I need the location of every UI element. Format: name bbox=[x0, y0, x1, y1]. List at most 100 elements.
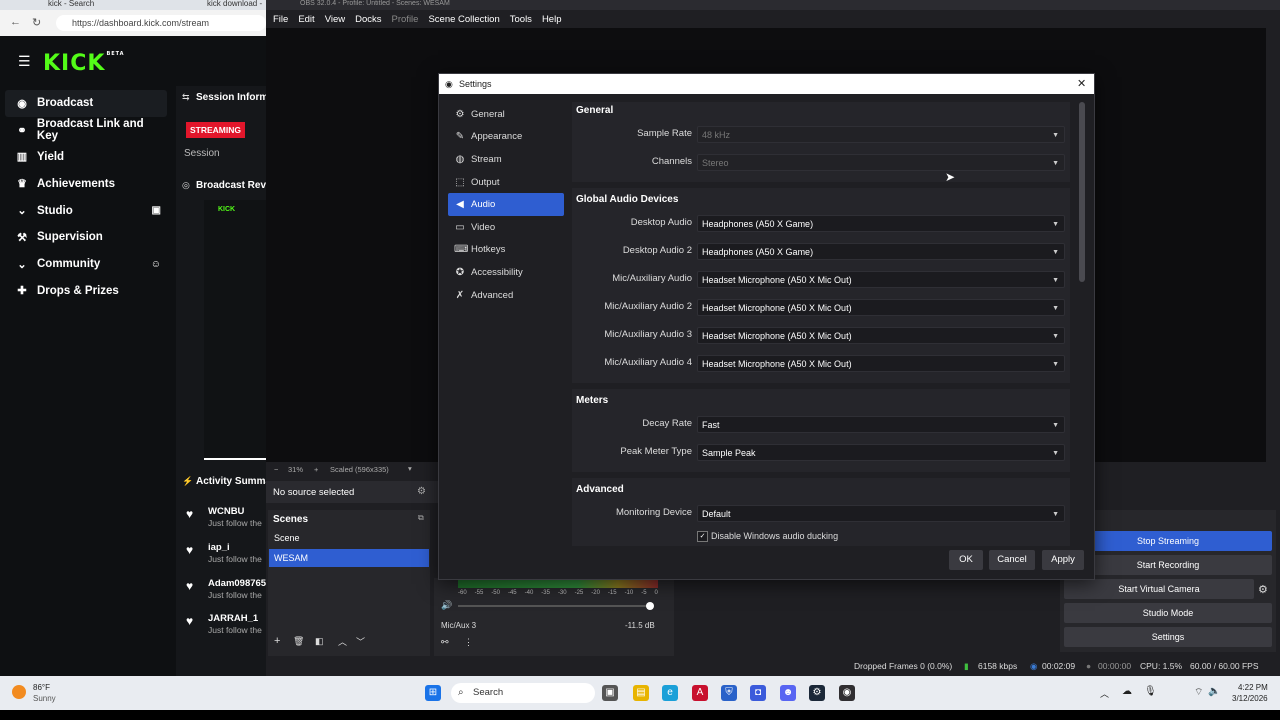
menu-help[interactable]: Help bbox=[542, 14, 562, 25]
channels-select[interactable]: Stereo ▼ bbox=[697, 154, 1065, 171]
clock-time[interactable]: 4:22 PM bbox=[1238, 683, 1268, 692]
tray-chevron-icon[interactable]: ︿ bbox=[1100, 687, 1109, 700]
reload-icon[interactable]: ↻ bbox=[32, 16, 41, 29]
sample-rate-select[interactable]: 48 kHz ▼ bbox=[697, 126, 1065, 143]
settings-nav-stream[interactable]: ◍ Stream bbox=[448, 148, 564, 171]
volume-icon[interactable]: 🔈 bbox=[1208, 686, 1220, 697]
settings-nav-accessibility[interactable]: ✪ Accessibility bbox=[448, 261, 564, 284]
start-recording-button[interactable]: Start Recording bbox=[1064, 555, 1272, 575]
back-icon[interactable]: ← bbox=[10, 16, 21, 28]
taskbar-search[interactable]: ⌕ Search bbox=[451, 683, 595, 703]
obs-icon[interactable]: ◉ bbox=[839, 685, 855, 701]
menu-icon[interactable]: ☰ bbox=[18, 53, 31, 70]
shield-icon[interactable]: ⛨ bbox=[721, 685, 737, 701]
mic-aux-audio-4-select[interactable]: Headset Microphone (A50 X Mic Out) ▼ bbox=[697, 355, 1065, 372]
logo-beta-badge: BETA bbox=[106, 51, 125, 57]
apply-button[interactable]: Apply bbox=[1042, 550, 1084, 570]
scale-dropdown-icon[interactable]: ▾ bbox=[408, 464, 412, 473]
scene-item-selected[interactable]: WESAM bbox=[269, 549, 429, 567]
add-user-icon[interactable]: ☺ bbox=[151, 259, 161, 270]
settings-button[interactable]: Settings bbox=[1064, 627, 1272, 647]
adobe-icon[interactable]: A bbox=[692, 685, 708, 701]
activity-summary-title: Activity Summa bbox=[196, 476, 272, 487]
kick-logo[interactable]: KICKBETA bbox=[43, 51, 125, 76]
menu-edit[interactable]: Edit bbox=[298, 14, 314, 25]
menu-tools[interactable]: Tools bbox=[510, 14, 532, 25]
close-icon[interactable]: ✕ bbox=[1077, 77, 1086, 90]
volume-slider[interactable] bbox=[458, 605, 648, 607]
link-icon[interactable]: ⚯ bbox=[441, 637, 449, 648]
menu-file[interactable]: File bbox=[273, 14, 288, 25]
undock-icon[interactable]: ⧉ bbox=[418, 513, 424, 523]
move-down-icon[interactable]: ﹀ bbox=[356, 635, 365, 648]
sidebar-item-achievements[interactable]: ♛ Achievements bbox=[5, 170, 167, 197]
discord-icon[interactable]: ☻ bbox=[780, 685, 796, 701]
decay-rate-select[interactable]: Fast ▼ bbox=[697, 416, 1065, 433]
menu-scene-collection[interactable]: Scene Collection bbox=[428, 14, 499, 25]
mic-aux-audio-select[interactable]: Headset Microphone (A50 X Mic Out) ▼ bbox=[697, 271, 1065, 288]
settings-scrollbar[interactable] bbox=[1079, 102, 1085, 282]
scene-item[interactable]: Scene bbox=[269, 529, 429, 547]
edge-icon[interactable]: e bbox=[662, 685, 678, 701]
browser-tab-kick-search[interactable]: kick - Search bbox=[48, 0, 188, 10]
start-icon[interactable]: ⊞ bbox=[425, 685, 441, 701]
monitoring-device-select[interactable]: Default ▼ bbox=[697, 505, 1065, 522]
microphone-icon[interactable]: 🎙 bbox=[1144, 686, 1157, 697]
move-up-icon[interactable]: ︿ bbox=[338, 635, 347, 648]
settings-nav-hotkeys[interactable]: ⌨ Hotkeys bbox=[448, 239, 564, 262]
menu-docks[interactable]: Docks bbox=[355, 14, 381, 25]
settings-nav-appearance[interactable]: ✎ Appearance bbox=[448, 126, 564, 149]
settings-nav-audio[interactable]: ◀ Audio bbox=[448, 193, 564, 216]
app-icon[interactable]: ◘ bbox=[750, 685, 766, 701]
desktop-audio-2-select[interactable]: Headphones (A50 X Game) ▼ bbox=[697, 243, 1065, 260]
ok-button[interactable]: OK bbox=[949, 550, 983, 570]
zoom-in-button[interactable]: + bbox=[314, 465, 318, 474]
peak-meter-type-select[interactable]: Sample Peak ▼ bbox=[697, 444, 1065, 461]
browser-tab-kick-download[interactable]: kick download - bbox=[207, 0, 267, 10]
studio-window-icon[interactable]: ▣ bbox=[152, 205, 161, 216]
settings-nav-video[interactable]: ▭ Video bbox=[448, 216, 564, 239]
ducking-checkbox[interactable]: ✓ bbox=[697, 531, 708, 542]
menu-profile[interactable]: Profile bbox=[392, 14, 419, 25]
zoom-out-button[interactable]: − bbox=[274, 465, 278, 474]
sidebar-item-drops[interactable]: ✚ Drops & Prizes bbox=[5, 278, 167, 305]
sidebar-item-broadcast-link[interactable]: ⚭ Broadcast Link and Key bbox=[5, 117, 167, 144]
obs-title: OBS 32.0.4 - Profile: Untitled - Scenes:… bbox=[300, 0, 450, 7]
sidebar-item-supervision[interactable]: ⚒ Supervision bbox=[5, 224, 167, 251]
sidebar-item-studio[interactable]: ⌄ Studio ▣ bbox=[5, 197, 167, 224]
start-virtual-camera-button[interactable]: Start Virtual Camera bbox=[1064, 579, 1254, 599]
steam-icon[interactable]: ⚙ bbox=[809, 685, 825, 701]
clock-date[interactable]: 3/12/2026 bbox=[1232, 694, 1268, 703]
virtual-camera-gear-icon[interactable]: ⚙ bbox=[1258, 583, 1268, 596]
network-app-icon[interactable]: ☁ bbox=[1122, 686, 1132, 697]
windows-taskbar: 86°F Sunny ⊞ ⌕ Search ▣ ▤ e A ⛨ ◘ ☻ ⚙ ◉ … bbox=[0, 676, 1280, 710]
volume-slider-handle[interactable] bbox=[646, 602, 654, 610]
mic-aux-audio-3-select[interactable]: Headset Microphone (A50 X Mic Out) ▼ bbox=[697, 327, 1065, 344]
add-scene-icon[interactable]: + bbox=[274, 635, 280, 647]
file-explorer-icon[interactable]: ▤ bbox=[633, 685, 649, 701]
sidebar-item-broadcast[interactable]: ◉ Broadcast bbox=[5, 90, 167, 117]
weather-temp[interactable]: 86°F bbox=[33, 683, 50, 692]
task-view-icon[interactable]: ▣ bbox=[602, 685, 618, 701]
address-bar[interactable]: https://dashboard.kick.com/stream bbox=[56, 15, 266, 31]
weather-desc[interactable]: Sunny bbox=[33, 694, 56, 703]
sidebar-item-community[interactable]: ⌄ Community ☺ bbox=[5, 251, 167, 278]
meter-tick: -45 bbox=[507, 590, 517, 596]
more-options-icon[interactable]: ⋮ bbox=[464, 637, 473, 648]
trash-icon[interactable]: 🗑 bbox=[293, 636, 304, 647]
studio-mode-button[interactable]: Studio Mode bbox=[1064, 603, 1272, 623]
filter-icon[interactable]: ◧ bbox=[315, 636, 324, 647]
sidebar-item-label: Achievements bbox=[37, 177, 115, 190]
sidebar-item-yield[interactable]: ▥ Yield bbox=[5, 144, 167, 171]
cancel-button[interactable]: Cancel bbox=[989, 550, 1035, 570]
menu-view[interactable]: View bbox=[325, 14, 345, 25]
speaker-icon[interactable]: 🔊 bbox=[441, 600, 452, 611]
mic-aux-audio-2-select[interactable]: Headset Microphone (A50 X Mic Out) ▼ bbox=[697, 299, 1065, 316]
settings-nav-advanced[interactable]: ✗ Advanced bbox=[448, 284, 564, 307]
gear-icon[interactable]: ⚙ bbox=[417, 486, 426, 497]
stop-streaming-button[interactable]: Stop Streaming bbox=[1064, 531, 1272, 551]
wifi-icon[interactable]: ⌔ bbox=[1194, 686, 1203, 699]
settings-nav-general[interactable]: ⚙ General bbox=[448, 103, 564, 126]
desktop-audio-select[interactable]: Headphones (A50 X Game) ▼ bbox=[697, 215, 1065, 232]
settings-nav-output[interactable]: ⬚ Output bbox=[448, 171, 564, 194]
